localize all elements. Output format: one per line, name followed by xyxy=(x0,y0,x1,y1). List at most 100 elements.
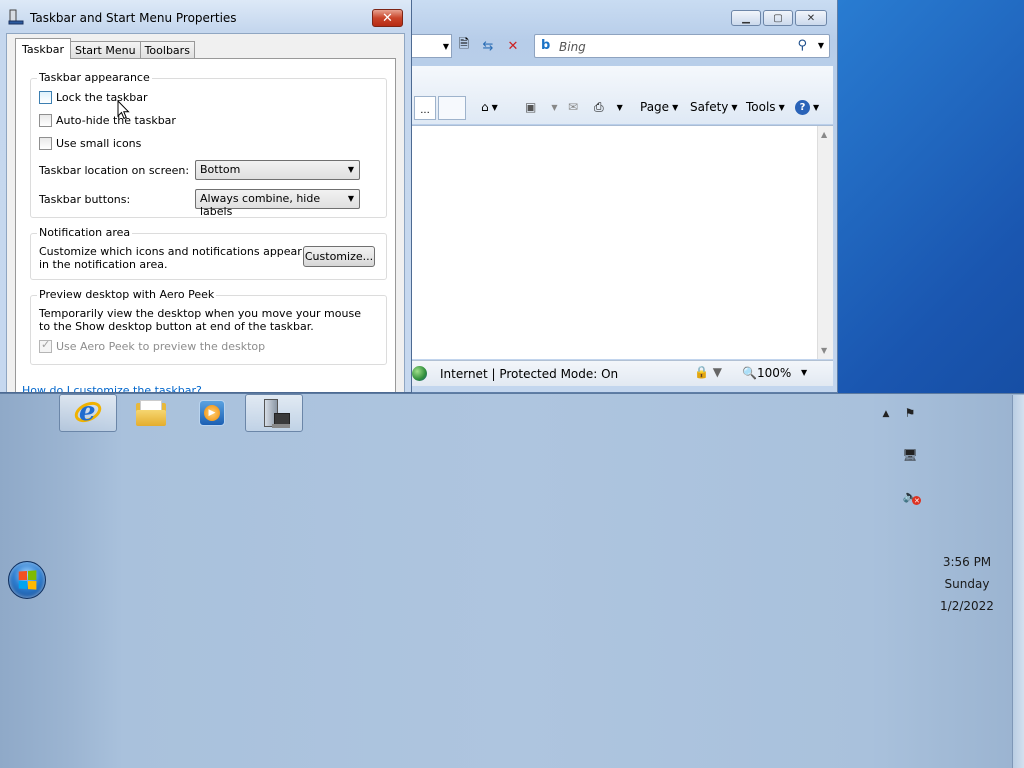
search-icon[interactable]: ⚲ xyxy=(797,38,807,53)
windows-logo-icon xyxy=(18,570,37,590)
safety-menu[interactable]: Safety ▼ xyxy=(690,100,738,114)
home-icon: ⌂ xyxy=(481,100,489,114)
lock-taskbar-checkbox[interactable] xyxy=(39,91,52,104)
help-menu[interactable]: ? ▼ xyxy=(795,100,819,115)
taskbar-button-internet-explorer[interactable]: e xyxy=(59,394,117,432)
home-button[interactable]: ⌂ ▼ xyxy=(481,100,498,114)
aero-peek-description: Temporarily view the desktop when you mo… xyxy=(39,307,361,333)
media-player-icon: ▶ xyxy=(199,400,225,426)
address-bar[interactable]: ▼ xyxy=(406,34,452,58)
tab-toolbars[interactable]: Toolbars xyxy=(139,41,195,59)
notification-description: Customize which icons and notifications … xyxy=(39,245,302,271)
tab-start-menu[interactable]: Start Menu xyxy=(70,41,141,59)
taskbar-buttons-value: Always combine, hide labels xyxy=(200,192,321,218)
taskbar-appearance-group: Taskbar appearance Lock the taskbar Auto… xyxy=(30,71,387,218)
stop-icon: ✕ xyxy=(507,38,519,54)
zoom-level[interactable]: 🔍100% xyxy=(742,366,791,380)
tools-menu-label: Tools xyxy=(746,100,776,114)
clock-date: 1/2/2022 xyxy=(940,599,994,613)
volume-tray[interactable]: 🔈 ✕ xyxy=(901,487,922,505)
dialog-close-button[interactable]: ✕ xyxy=(372,9,403,27)
ie-close-button[interactable]: ✕ xyxy=(795,10,827,26)
server-manager-icon xyxy=(258,397,290,429)
close-icon: ✕ xyxy=(382,10,393,26)
browser-tab[interactable]: ... xyxy=(414,96,436,120)
protected-mode-icon[interactable]: 🔒 ▼ xyxy=(694,365,722,379)
page-content[interactable]: ▲ ▼ xyxy=(406,125,833,359)
print-button[interactable]: ⎙ ▼ xyxy=(594,100,623,115)
zoom-dropdown-icon[interactable]: ▼ xyxy=(801,368,807,377)
refresh-icon: ⇆ xyxy=(482,38,494,54)
taskbar: e ▶ ▲ ⚑ 🖥 🔈 ✕ 3:56 PM Sunday 1/2/2022 xyxy=(0,393,1024,768)
internet-explorer-icon: e xyxy=(71,397,105,427)
compatibility-icon: 🗎 xyxy=(458,37,470,52)
action-center-tray[interactable]: ⚑ xyxy=(901,404,919,422)
start-button[interactable] xyxy=(8,561,46,599)
taskbar-button-windows-explorer[interactable] xyxy=(122,394,180,432)
tab-strip: Taskbar Start Menu Toolbars xyxy=(15,38,195,59)
address-dropdown-icon[interactable]: ▼ xyxy=(443,42,449,51)
status-bar: Internet | Protected Mode: On 🔒 ▼ 🔍100% … xyxy=(406,360,833,386)
minimize-button[interactable]: ▁ xyxy=(731,10,761,26)
rss-icon: ▣ xyxy=(525,100,537,114)
new-tab-button[interactable] xyxy=(438,96,466,120)
security-zone-text[interactable]: Internet | Protected Mode: On xyxy=(440,367,618,381)
group-title-notification: Notification area xyxy=(37,226,133,239)
scroll-up-icon[interactable]: ▲ xyxy=(821,130,827,139)
dialog-title: Taskbar and Start Menu Properties xyxy=(30,11,237,25)
tab-taskbar[interactable]: Taskbar xyxy=(15,38,71,59)
show-desktop-button[interactable] xyxy=(1012,395,1024,768)
show-hidden-icons-button[interactable]: ▲ xyxy=(877,405,895,423)
small-icons-checkbox[interactable] xyxy=(39,137,52,150)
safety-menu-label: Safety xyxy=(690,100,729,114)
customize-button[interactable]: Customize... xyxy=(303,246,375,267)
taskbar-buttons-select[interactable]: Always combine, hide labels ▼ xyxy=(195,189,360,218)
chevron-down-icon: ▼ xyxy=(616,103,623,112)
aero-peek-checkbox[interactable] xyxy=(39,338,52,353)
printer-icon: ⎙ xyxy=(594,100,604,114)
network-tray[interactable]: 🖥 xyxy=(901,446,919,464)
folder-icon xyxy=(136,400,166,426)
refresh-button[interactable]: ⇆ xyxy=(478,36,498,56)
stop-button[interactable]: ✕ xyxy=(503,36,523,56)
lock-taskbar-label: Lock the taskbar xyxy=(56,91,148,104)
clock-day: Sunday xyxy=(944,577,990,591)
autohide-checkbox[interactable] xyxy=(39,114,52,127)
autohide-option[interactable]: Auto-hide the taskbar xyxy=(39,114,176,127)
help-link[interactable]: How do I customize the taskbar? xyxy=(22,384,202,392)
location-select[interactable]: Bottom ▼ xyxy=(195,160,360,180)
group-title-appearance: Taskbar appearance xyxy=(37,71,152,84)
feeds-button[interactable]: ▣ ▼ xyxy=(525,100,558,114)
aero-peek-option[interactable]: Use Aero Peek to preview the desktop xyxy=(39,338,265,353)
page-menu[interactable]: Page ▼ xyxy=(640,100,678,114)
search-options-icon[interactable]: ▼ xyxy=(818,41,824,50)
tools-menu[interactable]: Tools ▼ xyxy=(746,100,785,114)
taskbar-button-server-manager[interactable] xyxy=(245,394,303,432)
maximize-button[interactable]: ▢ xyxy=(763,10,793,26)
zoom-value: 100% xyxy=(756,366,792,380)
group-title-aero-peek: Preview desktop with Aero Peek xyxy=(37,288,217,301)
taskbar-button-media-player[interactable]: ▶ xyxy=(183,394,241,432)
small-icons-label: Use small icons xyxy=(56,137,142,150)
search-box[interactable]: b Bing ⚲ ▼ xyxy=(534,34,830,58)
vertical-scrollbar[interactable]: ▲ ▼ xyxy=(817,126,833,359)
globe-icon xyxy=(412,366,427,381)
ie-caption-buttons: ▁ ▢ ✕ xyxy=(731,10,827,26)
compatibility-view-button[interactable]: 🗎 xyxy=(454,36,474,56)
scroll-down-icon[interactable]: ▼ xyxy=(821,346,827,355)
close-icon: ✕ xyxy=(806,12,816,24)
read-mail-button[interactable]: ✉ xyxy=(568,100,578,114)
taskbar-properties-dialog: Taskbar and Start Menu Properties ✕ Task… xyxy=(0,0,412,393)
flag-icon: ⚑ xyxy=(904,406,916,420)
internet-explorer-window[interactable]: ▁ ▢ ✕ ▼ 🗎 ⇆ ✕ b Bing ⚲ ▼ ... ⌂ ▼ ▣ ▼ ✉ ⎙ ▼ … xyxy=(405,0,838,393)
small-icons-option[interactable]: Use small icons xyxy=(39,137,141,150)
chevron-down-icon: ▼ xyxy=(813,103,820,112)
help-icon: ? xyxy=(795,100,810,115)
search-placeholder: Bing xyxy=(559,40,586,54)
chevron-down-icon: ▼ xyxy=(672,102,679,112)
maximize-icon: ▢ xyxy=(773,12,783,24)
speaker-muted-icon: 🔈 ✕ xyxy=(902,489,922,505)
system-clock[interactable]: 3:56 PM Sunday 1/2/2022 xyxy=(930,551,1004,617)
location-value: Bottom xyxy=(200,163,241,176)
lock-taskbar-option[interactable]: Lock the taskbar xyxy=(39,91,148,104)
